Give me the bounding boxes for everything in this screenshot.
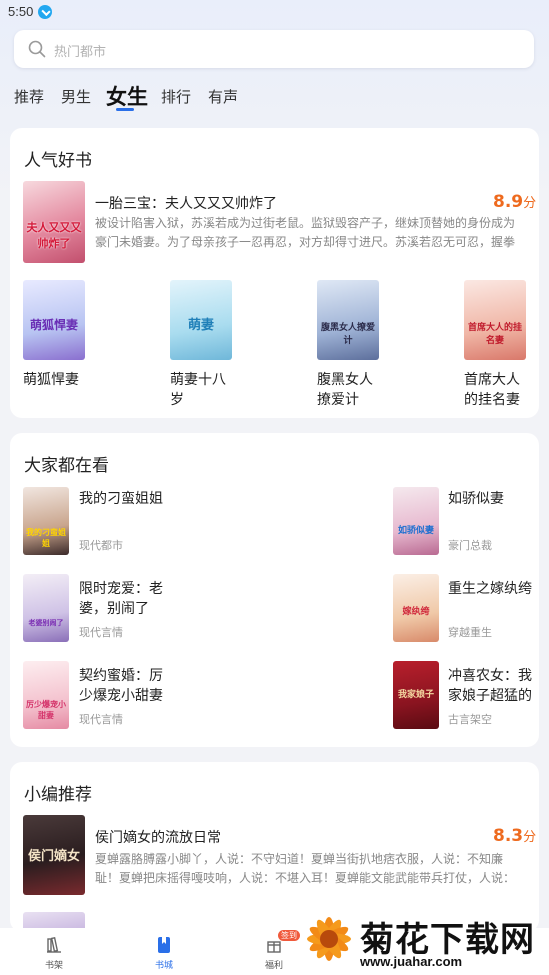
popular-books-card: 人气好书 夫人又又又帅炸了 一胎三宝：夫人又又又帅炸了 8.9分 被设计陷害入狱… bbox=[10, 128, 539, 418]
score-unit: 分 bbox=[523, 830, 537, 845]
book-tag: 现代都市 bbox=[79, 539, 123, 552]
book-cover: 萌妻 bbox=[170, 280, 232, 360]
tab-recommend[interactable]: 推荐 bbox=[14, 86, 44, 107]
book-description: 被设计陷害入狱，苏溪若成为过街老鼠。监狱毁容产子，继妹顶替她的身份成为豪门未婚妻… bbox=[95, 216, 516, 249]
bookshelf-icon bbox=[47, 936, 61, 953]
book-title: 我的刁蛮姐姐 bbox=[79, 491, 163, 507]
cover-title: 夫人又又又帅炸了 bbox=[26, 221, 82, 250]
everyone-reading-card: 大家都在看 我的刁蛮姐姐 我的刁蛮姐姐 现代都市 如骄似妻 如骄似妻 豪门总裁 … bbox=[10, 433, 539, 747]
book-cover: 厉少爆宠小甜妻 bbox=[23, 661, 69, 729]
search-input[interactable]: 热门都市 bbox=[14, 30, 534, 68]
book-tag: 豪门总裁 bbox=[448, 539, 492, 552]
book-title: 侯门嫡女的流放日常 bbox=[95, 830, 221, 846]
search-placeholder: 热门都市 bbox=[54, 45, 107, 60]
bookstore-icon bbox=[158, 937, 170, 953]
book-tag: 现代言情 bbox=[79, 626, 123, 639]
download-icon bbox=[38, 5, 52, 19]
book-tag: 穿越重生 bbox=[448, 626, 492, 639]
nav-label: 福利 bbox=[264, 961, 283, 971]
book-cover: 我的刁蛮姐姐 bbox=[23, 487, 69, 555]
book-cover: 老婆别闹了 bbox=[23, 574, 69, 642]
book-score: 8.3分 bbox=[493, 826, 536, 846]
tab-audio[interactable]: 有声 bbox=[208, 86, 238, 107]
book-cover: 夫人又又又帅炸了 bbox=[23, 181, 85, 263]
nav-welfare[interactable]: 签到 福利 bbox=[244, 928, 304, 975]
status-time: 5:50 bbox=[8, 4, 34, 19]
cover-title: 首席大人的挂名妻 bbox=[467, 323, 522, 346]
book-title: 一胎三宝：夫人又又又帅炸了 bbox=[95, 196, 277, 212]
book-title: 契约蜜婚：厉少爆宠小甜妻 bbox=[79, 668, 163, 704]
book-title: 重生之嫁纨绔 bbox=[448, 581, 532, 597]
tab-ranking[interactable]: 排行 bbox=[161, 86, 191, 107]
book-cover: 首席大人的挂名妻 bbox=[464, 280, 526, 360]
section-title: 小编推荐 bbox=[24, 785, 92, 805]
cover-title: 我家娘子 bbox=[397, 690, 434, 700]
category-tabs: 推荐 男生 女生 排行 有声 bbox=[0, 78, 549, 114]
cover-title: 如骄似妻 bbox=[397, 526, 434, 536]
book-cover: 如骄似妻 bbox=[393, 487, 439, 555]
tab-female[interactable]: 女生 bbox=[106, 81, 148, 111]
site-watermark: 菊花下载网 www.juahar.com bbox=[302, 908, 542, 972]
book-title: 腹黑女人撩爱计 bbox=[317, 372, 373, 408]
checkin-badge: 签到 bbox=[278, 930, 300, 941]
book-cover: 我家娘子 bbox=[393, 661, 439, 729]
search-icon bbox=[28, 40, 46, 58]
book-cover: 腹黑女人撩爱计 bbox=[317, 280, 379, 360]
cover-title: 嫁纨绔 bbox=[402, 607, 430, 617]
book-title: 萌妻十八岁 bbox=[170, 372, 226, 408]
cover-title: 萌狐悍妻 bbox=[29, 318, 78, 332]
cover-title: 我的刁蛮姐姐 bbox=[26, 527, 66, 548]
tab-male[interactable]: 男生 bbox=[61, 86, 91, 107]
cover-title: 腹黑女人撩爱计 bbox=[320, 323, 375, 346]
nav-label: 书城 bbox=[154, 961, 173, 971]
book-cover: 侯门嫡女 bbox=[23, 815, 85, 895]
tab-active-indicator bbox=[116, 108, 134, 111]
book-title: 限时宠爱：老婆，别闹了 bbox=[79, 581, 163, 617]
book-tag: 古言架空 bbox=[448, 713, 492, 726]
book-cover: 萌狐悍妻 bbox=[23, 280, 85, 360]
score-unit: 分 bbox=[523, 196, 537, 211]
editor-picks-card: 小编推荐 侯门嫡女 侯门嫡女的流放日常 8.3分 夏蝉露胳膊露小脚丫，人说：不守… bbox=[10, 762, 539, 932]
score-value: 8.3 bbox=[493, 826, 524, 846]
status-bar: 5:50 bbox=[0, 0, 549, 26]
section-title: 人气好书 bbox=[24, 151, 92, 171]
cover-title: 老婆别闹了 bbox=[28, 618, 64, 627]
book-description: 夏蝉露胳膊露小脚丫，人说：不守妇道！夏蝉当街扒地痞衣服，人说：不知廉耻！夏蝉把床… bbox=[95, 852, 516, 885]
section-title: 大家都在看 bbox=[24, 456, 109, 476]
cover-title: 萌妻 bbox=[187, 318, 214, 333]
nav-bookshelf[interactable]: 书架 bbox=[24, 928, 84, 975]
cover-title: 厉少爆宠小甜妻 bbox=[26, 699, 66, 720]
book-title: 如骄似妻 bbox=[448, 491, 504, 507]
nav-bookstore[interactable]: 书城 bbox=[134, 928, 194, 975]
cover-title: 侯门嫡女 bbox=[27, 849, 80, 864]
book-score: 8.9分 bbox=[493, 192, 536, 212]
score-value: 8.9 bbox=[493, 192, 524, 212]
book-title: 首席大人的挂名妻 bbox=[464, 372, 520, 408]
book-cover: 嫁纨绔 bbox=[393, 574, 439, 642]
watermark-url: www.juahar.com bbox=[360, 954, 463, 969]
book-title: 萌狐悍妻 bbox=[23, 372, 79, 388]
flower-logo bbox=[307, 917, 351, 961]
book-tag: 现代言情 bbox=[79, 713, 123, 726]
nav-label: 书架 bbox=[44, 961, 63, 971]
book-title: 冲喜农女：我家娘子超猛的 bbox=[448, 668, 532, 704]
